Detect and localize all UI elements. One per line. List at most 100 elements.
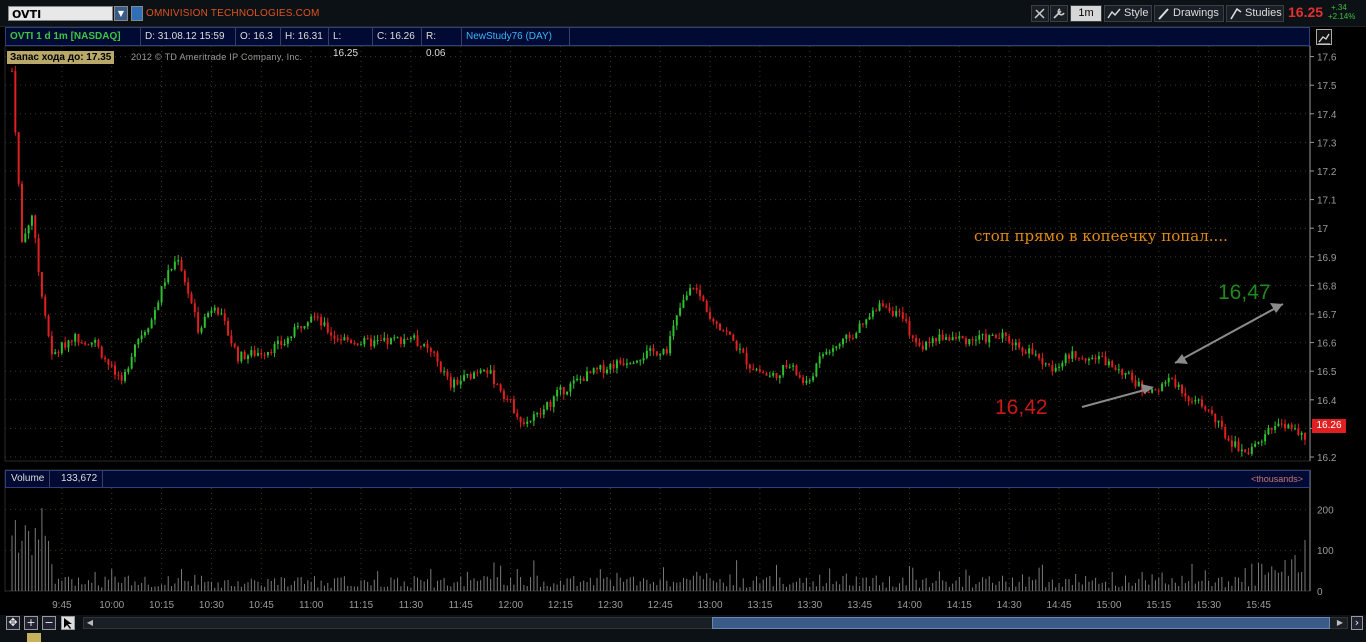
candle-body xyxy=(233,343,236,348)
candle-body xyxy=(828,351,831,353)
candle-body xyxy=(685,295,688,300)
candle-body xyxy=(107,359,110,365)
candle-body xyxy=(1121,369,1124,375)
target-badge: Запас хода до: 17.35 xyxy=(7,51,115,64)
candle-body xyxy=(758,369,761,372)
style-menu[interactable]: Style xyxy=(1104,5,1152,22)
price-chart[interactable]: 16.216.316.416.516.616.716.816.91717.117… xyxy=(0,46,1366,616)
candle-body xyxy=(1131,372,1134,381)
time-scrollbar-thumb[interactable] xyxy=(712,617,1330,629)
time-tick-label: 14:15 xyxy=(947,600,972,611)
candle-body xyxy=(197,312,200,333)
volume-value: 133,672 xyxy=(56,471,104,487)
candle-body xyxy=(127,368,130,372)
candle-body xyxy=(529,420,532,422)
candle-body xyxy=(629,363,632,365)
symbol-input[interactable]: OVTI xyxy=(8,6,113,21)
candle-body xyxy=(293,327,296,337)
studies-menu[interactable]: Studies xyxy=(1226,5,1284,22)
candle-body xyxy=(200,327,203,333)
candle-body xyxy=(935,338,938,342)
scroll-right-arrow[interactable]: ▶ xyxy=(1334,617,1346,629)
candle-body xyxy=(941,334,944,340)
candle-body xyxy=(1091,357,1094,359)
expand-chart-button[interactable] xyxy=(1316,29,1332,45)
info-high: H: 16.31 xyxy=(281,28,329,45)
aggregation-button[interactable]: 1m xyxy=(1070,5,1102,22)
candle-body xyxy=(526,421,529,424)
candle-body xyxy=(705,301,708,313)
volume-tick-label: 100 xyxy=(1317,546,1334,557)
change-percent: +2.14% xyxy=(1328,12,1356,21)
scroll-end-button[interactable]: › xyxy=(1351,616,1363,630)
candle-body xyxy=(612,364,615,369)
price-tick-label: 16.5 xyxy=(1317,367,1337,378)
candle-body xyxy=(988,335,991,343)
time-tick-label: 13:45 xyxy=(847,600,872,611)
candle-body xyxy=(160,286,163,303)
candle-body xyxy=(37,238,40,273)
candle-body xyxy=(672,325,675,337)
settings-tool-button[interactable] xyxy=(1050,5,1068,22)
candle-body xyxy=(888,307,891,311)
study-label[interactable]: NewStudy76 (DAY) xyxy=(462,28,570,45)
candle-body xyxy=(220,313,223,315)
candle-body xyxy=(163,282,166,287)
volume-info-bar: Volume 133,672 <thousands> xyxy=(5,470,1310,488)
candle-body xyxy=(1204,406,1207,410)
candle-body xyxy=(592,368,595,374)
candle-body xyxy=(536,413,539,415)
candle-body xyxy=(207,313,210,317)
candle-body xyxy=(569,383,572,392)
drawings-menu[interactable]: Drawings xyxy=(1154,5,1224,22)
candle-body xyxy=(715,321,718,324)
candle-body xyxy=(227,320,230,336)
candle-body xyxy=(330,332,333,336)
pan-button[interactable]: ✥ xyxy=(6,616,20,630)
candle-body xyxy=(868,316,871,320)
candle-body xyxy=(130,356,133,369)
volume-tick-label: 200 xyxy=(1317,505,1334,516)
time-tick-label: 10:00 xyxy=(99,600,124,611)
candle-body xyxy=(97,340,100,347)
candle-body xyxy=(1011,342,1014,346)
candle-body xyxy=(124,371,127,381)
price-tick-label: 17.1 xyxy=(1317,196,1337,207)
candle-body xyxy=(193,303,196,313)
candle-body xyxy=(310,316,313,323)
symbol-dropdown-button[interactable]: ▼ xyxy=(114,6,128,21)
candle-body xyxy=(469,373,472,379)
chart-info-bar: OVTI 1 d 1m [NASDAQ] D: 31.08.12 15:59 O… xyxy=(5,27,1310,59)
price-tick-label: 16.8 xyxy=(1317,281,1337,292)
scroll-left-arrow[interactable]: ◀ xyxy=(84,617,96,629)
candle-body xyxy=(383,337,386,341)
candle-body xyxy=(147,328,150,333)
pointer-button[interactable] xyxy=(61,616,75,630)
candle-body xyxy=(974,339,977,341)
candle-body xyxy=(1234,441,1237,447)
zoom-in-button[interactable]: + xyxy=(24,616,38,630)
candle-body xyxy=(1260,441,1263,443)
candle-body xyxy=(473,372,476,379)
candle-body xyxy=(725,330,728,332)
candle-body xyxy=(519,416,522,423)
candle-body xyxy=(709,312,712,319)
candle-body xyxy=(572,380,575,384)
candle-body xyxy=(1184,393,1187,397)
price-tick-label: 16.6 xyxy=(1317,339,1337,350)
candle-body xyxy=(1294,428,1297,430)
expand-toggle[interactable] xyxy=(27,633,41,642)
candle-body xyxy=(1304,432,1306,440)
candle-body xyxy=(605,369,608,374)
candle-body xyxy=(270,351,273,354)
arrow-up-line xyxy=(1174,303,1284,364)
crosshair-tool-button[interactable] xyxy=(1031,5,1049,22)
candle-body xyxy=(74,333,77,342)
candle-body xyxy=(675,315,678,326)
zoom-out-button[interactable]: − xyxy=(42,616,56,630)
candle-body xyxy=(778,375,781,378)
candle-body xyxy=(984,334,987,343)
volume-tick-label: 0 xyxy=(1317,587,1323,598)
link-color-button[interactable] xyxy=(131,6,143,21)
candle-body xyxy=(522,422,525,424)
